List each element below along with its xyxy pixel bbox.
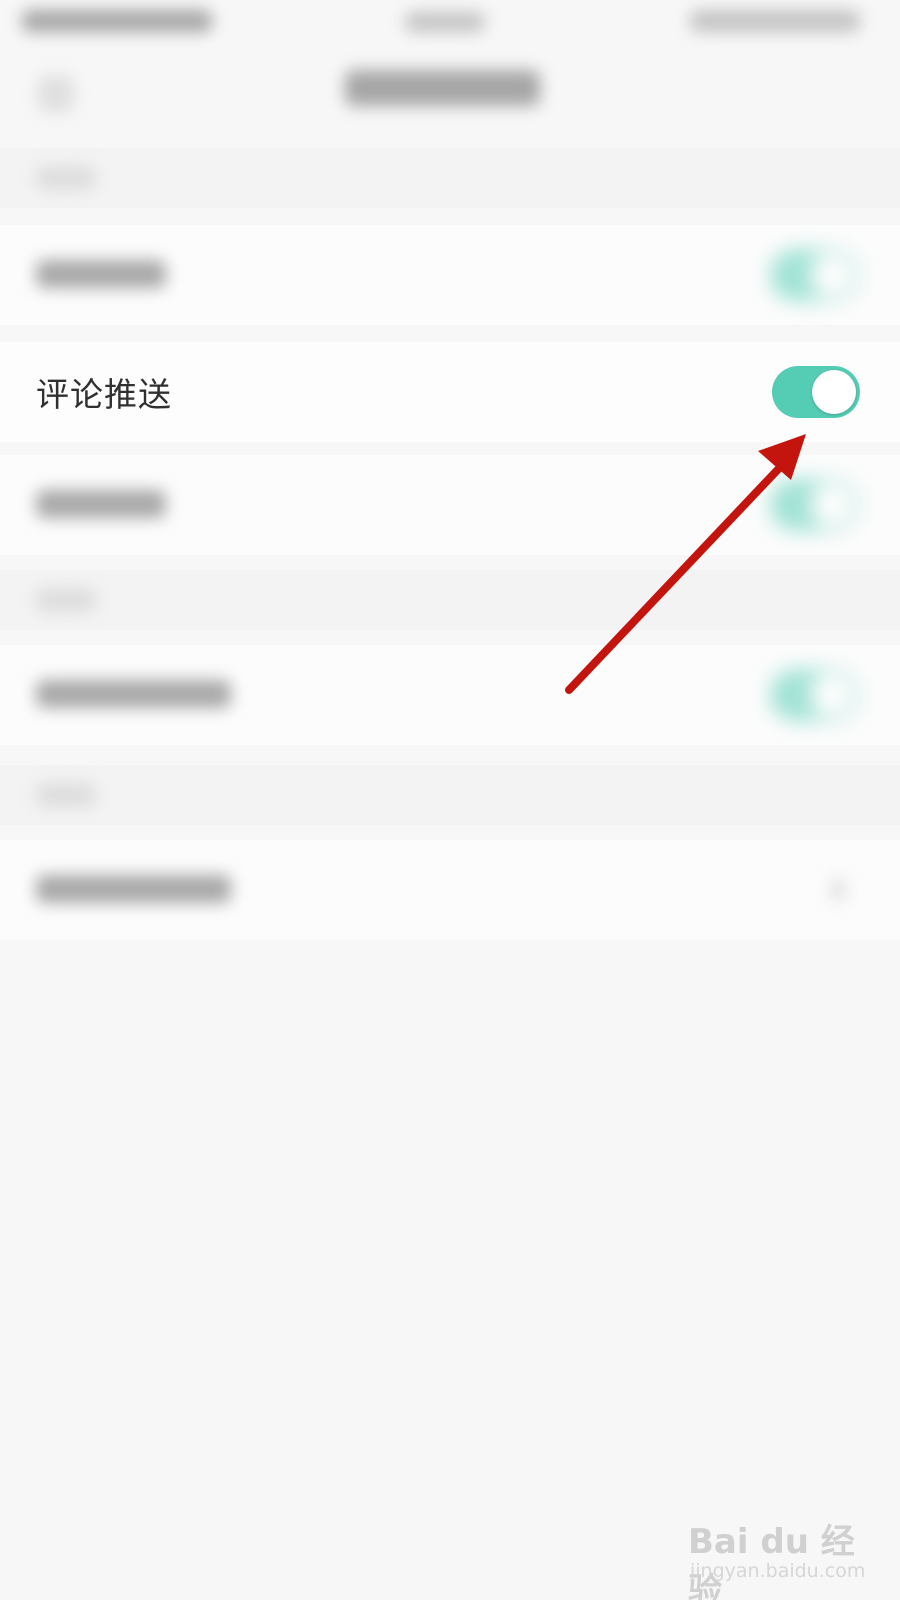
row-label-blurred xyxy=(36,260,166,288)
toggle-knob xyxy=(810,253,854,297)
settings-row-1[interactable] xyxy=(0,225,900,325)
baidu-jingyan-watermark: Bai du 经验 jingyan.baidu.com xyxy=(688,1500,888,1600)
page-title-blurred xyxy=(345,70,540,106)
toggle-knob xyxy=(810,483,854,527)
row-toggle-4[interactable] xyxy=(770,669,858,721)
watermark-logo: Bai du 经验 xyxy=(688,1522,855,1600)
section-header-label-blurred xyxy=(36,588,96,612)
section-header-label-blurred xyxy=(36,783,96,807)
back-icon[interactable] xyxy=(38,76,74,112)
toggle-knob xyxy=(812,370,856,414)
nav-bar xyxy=(0,48,900,132)
chevron-right-icon xyxy=(830,878,846,902)
toggle-knob xyxy=(810,673,854,717)
status-bar-left-blurred xyxy=(22,10,212,32)
settings-row-4[interactable] xyxy=(0,645,900,745)
section-header-3 xyxy=(0,765,900,825)
comment-push-toggle[interactable] xyxy=(772,366,860,418)
settings-row-3[interactable] xyxy=(0,455,900,555)
settings-row-comment-push[interactable]: 评论推送 xyxy=(0,342,900,442)
section-header-2 xyxy=(0,570,900,630)
row-toggle-3[interactable] xyxy=(770,479,858,531)
comment-push-label: 评论推送 xyxy=(36,375,172,414)
settings-screen: 评论推送 Bai du 经验 jingyan.baidu.com xyxy=(0,0,900,1600)
section-header-1 xyxy=(0,148,900,208)
row-label-blurred xyxy=(36,680,231,708)
section-header-label-blurred xyxy=(36,166,96,190)
row-label-blurred xyxy=(36,490,166,518)
status-bar xyxy=(0,0,900,48)
row-toggle-1[interactable] xyxy=(770,249,858,301)
status-bar-center-blurred xyxy=(405,12,485,32)
status-bar-right-blurred xyxy=(690,10,860,32)
row-label-blurred xyxy=(36,875,231,903)
watermark-url: jingyan.baidu.com xyxy=(690,1560,866,1582)
settings-row-5[interactable] xyxy=(0,840,900,940)
